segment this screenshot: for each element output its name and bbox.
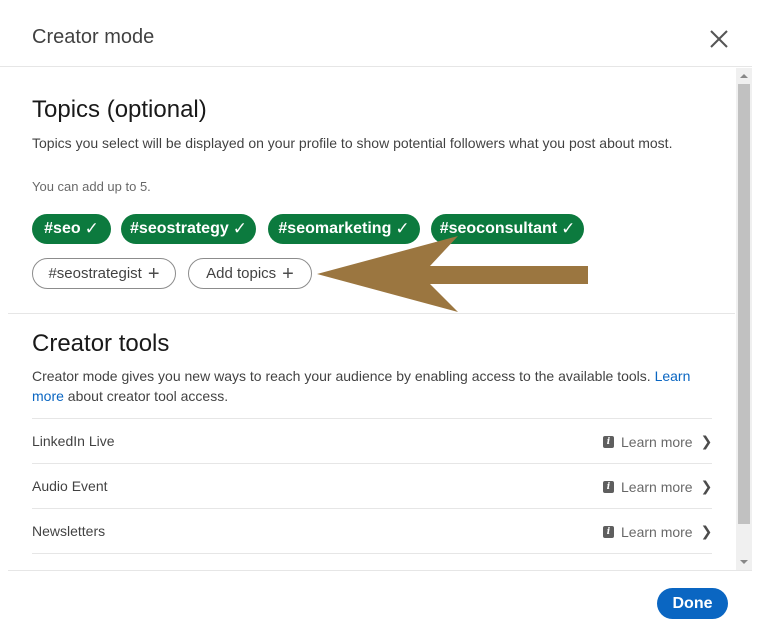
chevron-right-icon: ❯ (700, 478, 713, 494)
topic-pill-label: #seo (44, 220, 81, 237)
creator-tools-title: Creator tools (32, 330, 170, 357)
creator-mode-modal: Creator mode Topics (optional) Topics yo… (0, 0, 757, 640)
row-divider (32, 508, 712, 509)
creator-tools-desc-text: Creator mode gives you new ways to reach… (32, 368, 655, 384)
row-divider (32, 463, 712, 464)
add-topics-label: Add topics (206, 265, 277, 282)
topics-limit-note: You can add up to 5. (32, 179, 151, 194)
topic-pill-seo[interactable]: #seo ✓ (32, 214, 111, 244)
topics-description: Topics you select will be displayed on y… (32, 135, 673, 151)
suggested-topic-label: #seostrategist (48, 265, 142, 282)
learn-more-label: Learn more (621, 523, 693, 540)
check-icon: ✓ (232, 219, 247, 238)
content-scrollbar[interactable] (736, 68, 752, 570)
done-button[interactable]: Done (657, 588, 728, 619)
tool-label-newsletters: Newsletters (32, 523, 106, 539)
learn-more-label: Learn more (621, 478, 693, 495)
creator-tools-desc-text-end: about creator tool access. (63, 388, 229, 404)
scroll-down-icon[interactable] (736, 556, 752, 568)
newsletters-learn-more[interactable]: i Learn more ❯ (603, 523, 712, 540)
learn-more-label: Learn more (621, 433, 693, 450)
scroll-thumb[interactable] (738, 84, 750, 524)
topics-title: Topics (optional) (32, 96, 207, 123)
creator-tools-description: Creator mode gives you new ways to reach… (32, 366, 712, 406)
modal-header: Creator mode (0, 0, 752, 67)
window-edge (752, 0, 757, 640)
tool-label-audio-event: Audio Event (32, 478, 108, 494)
tool-label-linkedin-live: LinkedIn Live (32, 433, 115, 449)
info-icon: i (603, 435, 614, 448)
scroll-up-icon[interactable] (736, 70, 752, 82)
plus-icon: + (147, 262, 160, 285)
chevron-right-icon: ❯ (700, 523, 713, 539)
plus-icon: + (282, 262, 294, 285)
modal-title: Creator mode (32, 26, 155, 48)
chevron-right-icon: ❯ (700, 433, 713, 449)
annotation-arrow-icon (317, 236, 588, 312)
close-button[interactable] (706, 26, 732, 52)
info-icon: i (603, 525, 614, 538)
modal-content: Topics (optional) Topics you select will… (0, 68, 735, 570)
close-icon (710, 30, 728, 48)
add-topics-button[interactable]: Add topics + (188, 258, 312, 289)
topic-pill-seostrategy[interactable]: #seostrategy ✓ (121, 214, 256, 244)
audio-event-learn-more[interactable]: i Learn more ❯ (603, 478, 712, 495)
linkedin-live-learn-more[interactable]: i Learn more ❯ (603, 433, 712, 450)
suggested-topic-seostrategist[interactable]: #seostrategist + (32, 258, 176, 289)
topic-pill-label: #seostrategy (130, 220, 229, 237)
row-divider (32, 418, 712, 419)
modal-footer (8, 570, 752, 640)
check-icon: ✓ (84, 219, 99, 238)
info-icon: i (603, 480, 614, 493)
row-divider (32, 553, 712, 554)
